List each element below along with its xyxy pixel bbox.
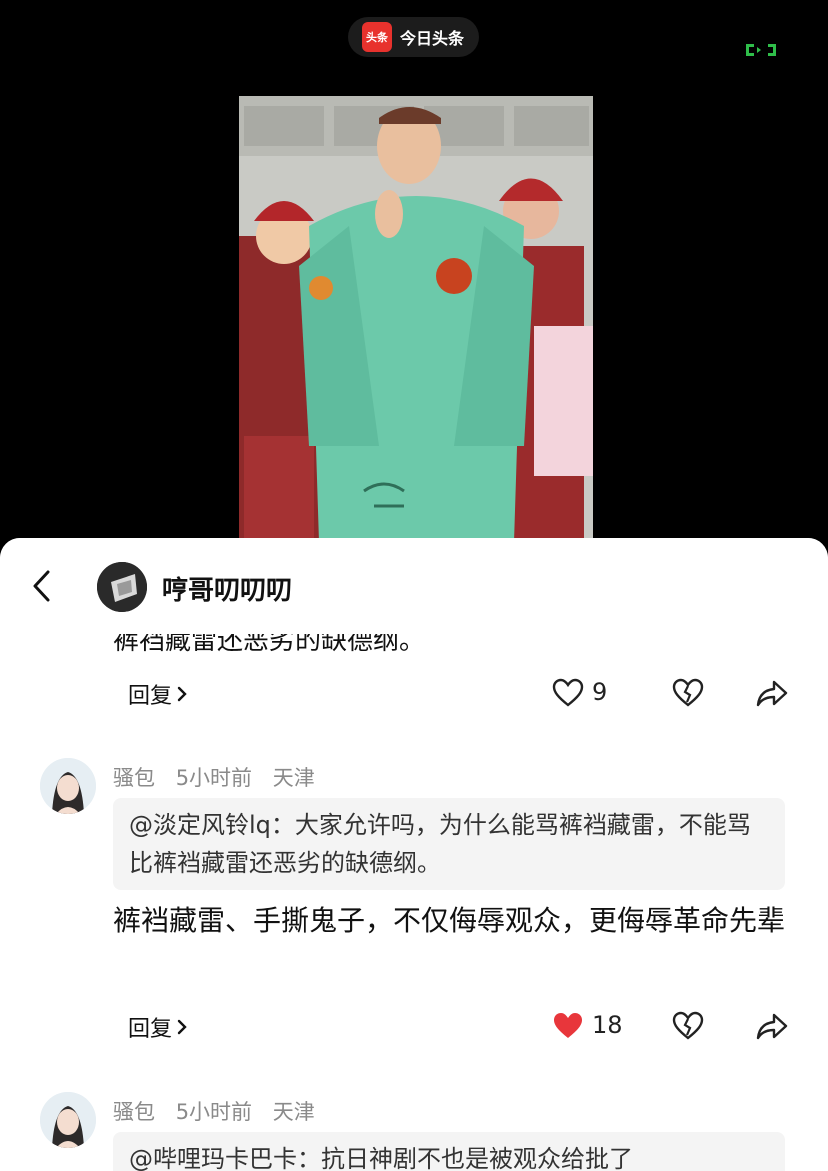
commenter-name[interactable]: 骚包: [113, 1100, 155, 1124]
comment-header: 哼哥叨叨叨: [0, 538, 828, 634]
chevron-right-icon: [177, 686, 187, 702]
author-name[interactable]: 哼哥叨叨叨: [162, 570, 292, 607]
comment-location: 天津: [272, 1100, 315, 1124]
commenter-avatar[interactable]: [40, 758, 96, 814]
reply-label: 回复: [128, 684, 173, 709]
reply-button[interactable]: 回复: [128, 1011, 188, 1043]
app-badge: 头条 今日头条: [348, 17, 479, 57]
comment-item: 骚包 5小时前 天津 @淡定风铃lq：大家允许吗，为什么能骂裤裆藏雷，不能骂比裤…: [0, 758, 828, 1058]
quoted-comment[interactable]: @哔哩玛卡巴卡：抗日神剧不也是被观众给批了: [113, 1132, 785, 1171]
commenter-name[interactable]: 骚包: [113, 766, 155, 790]
comment-body: 裤裆藏雷、手撕鬼子，不仅侮辱观众，更侮辱革命先辈: [113, 904, 786, 937]
comment-location: 天津: [272, 766, 315, 790]
like-count: 9: [592, 678, 608, 706]
comment-actions: 回复 18: [0, 1001, 828, 1051]
comment-actions: 回复 9: [0, 668, 828, 718]
comment-meta: 骚包 5小时前 天津: [113, 1096, 329, 1126]
comment-time: 5小时前: [175, 766, 253, 790]
app-name: 今日头条: [400, 29, 465, 48]
commenter-avatar[interactable]: [40, 1092, 96, 1148]
like-heart-icon[interactable]: [552, 678, 584, 708]
comment-sheet: 哼哥叨叨叨 裤裆藏雷还恶劣的缺德纲。 回复 9 骚包 5小时前 天津 @淡定风铃…: [0, 538, 828, 1171]
like-count: 18: [592, 1011, 623, 1039]
comment-meta: 骚包 5小时前 天津: [113, 762, 329, 792]
broken-heart-icon[interactable]: [672, 678, 704, 708]
video-area: 头条 今日头条: [0, 0, 828, 560]
liked-heart-icon[interactable]: [552, 1011, 584, 1041]
quoted-comment[interactable]: @淡定风铃lq：大家允许吗，为什么能骂裤裆藏雷，不能骂比裤裆藏雷还恶劣的缺德纲。: [113, 798, 785, 890]
video-thumbnail-image: [239, 96, 593, 542]
broken-heart-icon[interactable]: [672, 1011, 704, 1041]
video-frame[interactable]: [239, 96, 593, 542]
share-icon[interactable]: [756, 1011, 788, 1041]
chevron-right-icon: [177, 1019, 187, 1035]
reply-label: 回复: [128, 1017, 173, 1042]
cast-icon[interactable]: [744, 40, 778, 60]
toutiao-logo-icon: 头条: [362, 22, 392, 52]
share-icon[interactable]: [756, 678, 788, 708]
comment-item: 骚包 5小时前 天津 @哔哩玛卡巴卡：抗日神剧不也是被观众给批了: [0, 1092, 828, 1171]
reply-button[interactable]: 回复: [128, 678, 188, 710]
comment-time: 5小时前: [175, 1100, 253, 1124]
back-arrow-icon[interactable]: [30, 569, 56, 603]
author-avatar[interactable]: [97, 562, 147, 612]
